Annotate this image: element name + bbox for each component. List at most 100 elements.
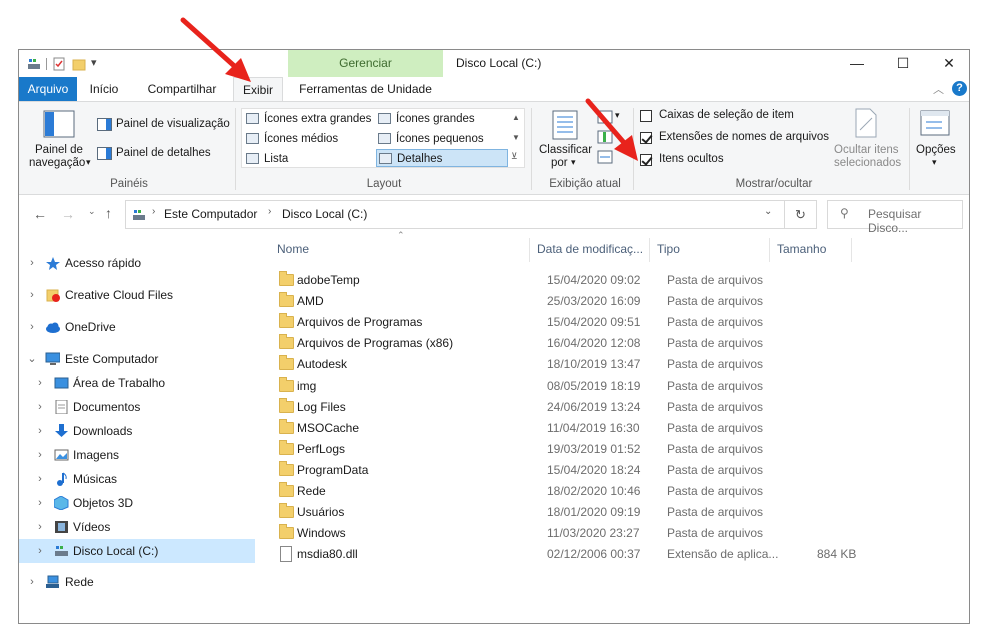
hidden-items-label[interactable]: Itens ocultos [659, 153, 724, 165]
layout-list[interactable]: Lista [244, 150, 374, 168]
expand-chevron-icon[interactable]: › [35, 371, 45, 395]
table-row[interactable]: Arquivos de Programas (x86) 16/04/2020 12… [277, 333, 857, 354]
file-extensions-label[interactable]: Extensões de nomes de arquivos [659, 131, 829, 143]
nav-item-network[interactable]: › Rede [19, 570, 255, 594]
nav-item-downloads[interactable]: › Downloads [19, 419, 255, 443]
nav-item-documents[interactable]: › Documentos [19, 395, 255, 419]
nav-item-pictures[interactable]: › Imagens [19, 443, 255, 467]
qa-customize-icon[interactable]: ▾ [91, 56, 97, 69]
layout-small-icons[interactable]: Ícones pequenos [376, 130, 506, 148]
drive-icon[interactable] [27, 57, 41, 71]
address-dropdown-icon[interactable]: ⌄ [764, 206, 772, 217]
nav-pane-label-1[interactable]: Painel de [35, 144, 83, 156]
sort-by-icon[interactable] [551, 110, 581, 140]
nav-pane-dropdown-icon[interactable]: ▾ [86, 157, 91, 168]
navigation-pane-icon[interactable] [43, 110, 77, 140]
nav-item-music[interactable]: › Músicas [19, 467, 255, 491]
table-row[interactable]: img 08/05/2019 18:19 Pasta de arquivos [277, 376, 857, 397]
table-row[interactable]: Usuários 18/01/2020 09:19 Pasta de arquivo… [277, 502, 857, 523]
nav-item-this-pc[interactable]: ⌄ Este Computador [19, 347, 255, 371]
gallery-up-icon[interactable]: ▲ [512, 113, 520, 122]
table-row[interactable]: Windows 11/03/2020 23:27 Pasta de arquivos [277, 523, 857, 544]
search-input[interactable]: Pesquisar Disco... [868, 207, 962, 235]
nav-pane-label-2[interactable]: navegação [29, 157, 85, 169]
hide-selected-label-2[interactable]: selecionados [834, 157, 901, 169]
options-icon[interactable] [920, 110, 952, 138]
expand-chevron-icon[interactable]: › [27, 315, 37, 339]
address-bar[interactable]: › Este Computador › Disco Local (C:) ⌄ [125, 200, 785, 229]
preview-pane-button[interactable]: Painel de visualização [116, 118, 230, 130]
expand-chevron-icon[interactable]: › [35, 443, 45, 467]
table-row[interactable]: Autodesk 18/10/2019 13:47 Pasta de arquivo… [277, 354, 857, 375]
maximize-button[interactable]: ☐ [880, 50, 926, 78]
expand-chevron-icon[interactable]: › [35, 467, 45, 491]
hide-selected-label-1[interactable]: Ocultar itens [834, 144, 899, 156]
expand-chevron-icon[interactable]: › [35, 539, 45, 563]
item-checkboxes-label[interactable]: Caixas de seleção de item [659, 109, 794, 121]
new-folder-icon[interactable] [72, 57, 86, 71]
layout-medium-icons[interactable]: Ícones médios [244, 130, 374, 148]
options-label[interactable]: Opções [916, 144, 956, 156]
table-row[interactable]: Log Files 24/06/2019 13:24 Pasta de arquiv… [277, 397, 857, 418]
layout-large-icons[interactable]: Ícones grandes [376, 110, 506, 128]
expand-chevron-icon[interactable]: › [27, 283, 37, 307]
collapse-chevron-icon[interactable]: ⌄ [27, 347, 37, 371]
table-row[interactable]: ProgramData 15/04/2020 18:24 Pasta de arqu… [277, 460, 857, 481]
expand-chevron-icon[interactable]: › [35, 419, 45, 443]
tab-drive-tools[interactable]: Ferramentas de Unidade [288, 77, 443, 101]
help-icon[interactable]: ? [952, 81, 967, 96]
up-icon[interactable]: ↑ [105, 205, 112, 221]
expand-chevron-icon[interactable]: › [35, 515, 45, 539]
table-row[interactable]: MSOCache 11/04/2019 16:30 Pasta de arquivo… [277, 418, 857, 439]
nav-item-onedrive[interactable]: › OneDrive [19, 315, 255, 339]
nav-item-desktop[interactable]: › Área de Trabalho [19, 371, 255, 395]
column-divider[interactable] [649, 238, 650, 262]
properties-icon[interactable] [52, 57, 66, 71]
hide-selected-icon[interactable] [852, 108, 880, 138]
breadcrumb-this-pc[interactable]: Este Computador [164, 207, 257, 221]
refresh-icon[interactable]: ↻ [785, 200, 817, 229]
expand-chevron-icon[interactable]: › [35, 491, 45, 515]
breadcrumb-chevron-icon[interactable]: › [152, 206, 155, 217]
tab-home[interactable]: Início [79, 77, 129, 101]
column-header-size[interactable]: Tamanho [777, 238, 826, 260]
table-row[interactable]: PerfLogs 19/03/2019 01:52 Pasta de arquivo… [277, 439, 857, 460]
expand-chevron-icon[interactable]: › [35, 395, 45, 419]
expand-chevron-icon[interactable]: › [27, 251, 37, 275]
collapse-ribbon-icon[interactable]: ︿ [933, 81, 944, 97]
tab-file[interactable]: Arquivo [19, 77, 77, 101]
column-divider[interactable] [529, 238, 530, 262]
expand-chevron-icon[interactable]: › [27, 570, 37, 594]
nav-item-local-disk[interactable]: › Disco Local (C:) [19, 539, 255, 563]
close-button[interactable]: ✕ [926, 50, 972, 78]
table-row[interactable]: adobeTemp 15/04/2020 09:02 Pasta de arquiv… [277, 270, 857, 291]
back-icon[interactable]: ← [33, 206, 47, 222]
details-pane-button[interactable]: Painel de detalhes [116, 147, 211, 159]
column-divider[interactable] [769, 238, 770, 262]
nav-item-videos[interactable]: › Vídeos [19, 515, 255, 539]
search-box[interactable]: ⚲ Pesquisar Disco... [827, 200, 963, 235]
table-row[interactable]: msdia80.dll 02/12/2006 00:37 Extensão de a… [277, 544, 857, 565]
options-dropdown-icon[interactable]: ▾ [932, 157, 937, 168]
column-divider[interactable] [851, 238, 852, 262]
forward-icon[interactable]: → [61, 206, 75, 222]
table-row[interactable]: AMD 25/03/2020 16:09 Pasta de arquivos [277, 291, 857, 312]
sort-by-label-2[interactable]: por [551, 157, 568, 169]
nav-item-3d-objects[interactable]: › Objetos 3D [19, 491, 255, 515]
gallery-down-icon[interactable]: ▼ [512, 133, 520, 142]
column-header-date[interactable]: Data de modificaç... [537, 238, 643, 260]
nav-item-creative-cloud[interactable]: › Creative Cloud Files [19, 283, 255, 307]
gallery-expand-icon[interactable]: ⊻ [511, 151, 518, 162]
recent-locations-icon[interactable]: ⌄ [88, 206, 96, 217]
table-row[interactable]: Rede 18/02/2020 10:46 Pasta de arquivos [277, 481, 857, 502]
breadcrumb-local-disk[interactable]: Disco Local (C:) [282, 207, 367, 221]
layout-extra-large-icons[interactable]: Ícones extra grandes [244, 110, 374, 128]
column-header-type[interactable]: Tipo [657, 238, 680, 260]
layout-details[interactable]: Detalhes [376, 149, 508, 167]
minimize-button[interactable]: — [834, 50, 880, 78]
table-row[interactable]: Arquivos de Programas 15/04/2020 09:51 Pas… [277, 312, 857, 333]
column-header-name[interactable]: Nome [277, 238, 309, 260]
breadcrumb-chevron-icon[interactable]: › [268, 206, 271, 217]
nav-item-quick-access[interactable]: › Acesso rápido [19, 251, 255, 275]
sort-by-dropdown-icon[interactable]: ▾ [571, 157, 576, 168]
